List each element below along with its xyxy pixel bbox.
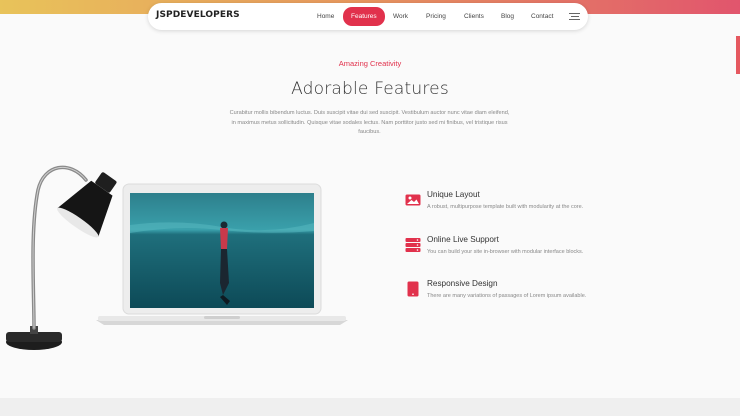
nav-item-contact[interactable]: Contact	[531, 10, 553, 24]
nav-item-home[interactable]: Home	[317, 10, 334, 24]
section-eyebrow: Amazing Creativity	[338, 59, 402, 68]
nav-item-clients[interactable]: Clients	[464, 10, 484, 24]
section-title: Adorable Features	[291, 79, 449, 99]
nav-item-features[interactable]: Features	[343, 7, 385, 26]
nav-item-pricing[interactable]: Pricing	[426, 10, 446, 24]
scrollbar-thumb[interactable]	[736, 36, 740, 74]
nav-item-blog[interactable]: Blog	[501, 10, 514, 24]
feature-description: There are many variations of passages of…	[427, 293, 587, 299]
laptop-mockup-image	[96, 183, 348, 325]
navbar: JSPDEVELOPERS Home Features Work Pricing…	[148, 3, 588, 30]
feature-description: A robust, multipurpose template built wi…	[427, 204, 584, 210]
feature-item: Unique Layout A robust, multipurpose tem…	[405, 190, 595, 230]
hamburger-menu-icon[interactable]	[569, 13, 580, 21]
main-nav: Home Features Work Pricing Clients Blog …	[148, 3, 588, 30]
feature-item: Responsive Design There are many variati…	[405, 279, 595, 319]
feature-title: Responsive Design	[427, 279, 498, 288]
section-intro: Curabitur mollis bibendum luctus. Duis s…	[229, 110, 510, 135]
feature-title: Unique Layout	[427, 190, 480, 199]
tablet-icon	[407, 281, 419, 297]
feature-title: Online Live Support	[427, 235, 499, 244]
next-section-band	[0, 398, 740, 416]
image-icon	[405, 194, 421, 206]
feature-description: You can build your site in-browser with …	[427, 249, 584, 255]
feature-item: Online Live Support You can build your s…	[405, 235, 595, 275]
nav-item-work[interactable]: Work	[393, 10, 408, 24]
server-icon	[405, 238, 421, 252]
